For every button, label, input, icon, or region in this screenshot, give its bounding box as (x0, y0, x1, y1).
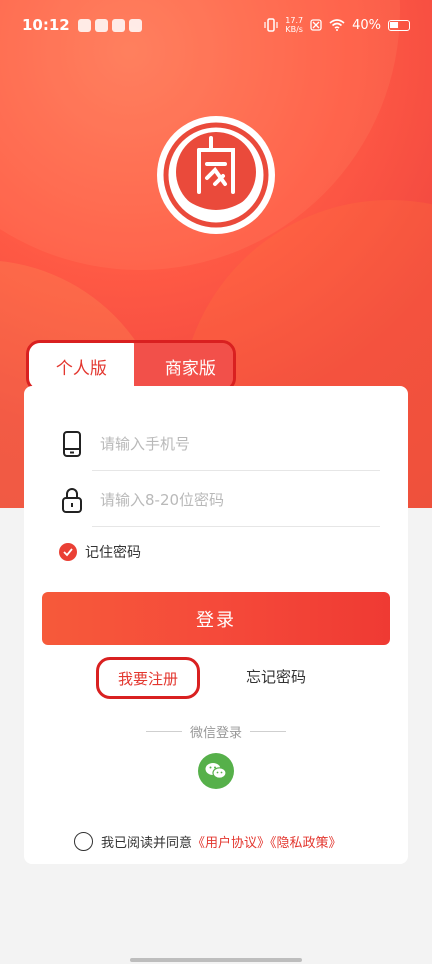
login-card: 记住密码 登录 我要注册 忘记密码 微信登录 我已阅读并同意《用户协议》《隐私政… (24, 386, 408, 864)
app-notification-icon (94, 18, 108, 32)
password-input[interactable] (92, 479, 380, 520)
status-bar: 10:12 17.7 KB/s 40% (0, 0, 432, 50)
divider (92, 526, 380, 527)
wifi-icon (329, 19, 345, 31)
remember-password[interactable]: 记住密码 (59, 542, 141, 562)
checkmark-icon (63, 548, 73, 557)
tab-business-label: 商家版 (164, 358, 216, 379)
wechat-login-label: 微信登录 (146, 722, 287, 741)
user-agreement-link[interactable]: 《用户协议》 (192, 836, 270, 851)
password-field (24, 472, 408, 527)
tab-personal[interactable]: 个人版 (29, 343, 134, 389)
phone-icon (63, 430, 81, 457)
tiktok-icon (128, 18, 142, 32)
weibo-icon (77, 18, 91, 32)
net-speed-value: 17.7 (285, 16, 304, 25)
agreement-row: 我已阅读并同意《用户协议》《隐私政策》 (74, 832, 342, 851)
battery-icon (388, 19, 410, 31)
forgot-password-link[interactable]: 忘记密码 (246, 666, 306, 687)
register-button[interactable]: 我要注册 (96, 657, 200, 699)
net-speed: 17.7 KB/s (285, 16, 303, 34)
net-speed-unit: KB/s (285, 25, 303, 34)
phone-input[interactable] (92, 423, 380, 464)
agreement-checkbox[interactable] (74, 832, 93, 851)
notification-icons (77, 18, 142, 32)
status-time: 10:12 (22, 16, 70, 34)
wechat-notification-icon (111, 18, 125, 32)
lock-icon (62, 487, 82, 513)
home-indicator[interactable] (130, 958, 302, 962)
agreement-prefix: 我已阅读并同意 (101, 836, 193, 851)
version-tabs: 个人版 商家版 (26, 340, 236, 392)
battery-percent: 40% (352, 17, 381, 33)
status-right: 17.7 KB/s 40% (264, 16, 410, 34)
register-label: 我要注册 (117, 669, 178, 688)
tab-personal-label: 个人版 (55, 358, 107, 379)
agreement-text: 我已阅读并同意《用户协议》《隐私政策》 (101, 832, 342, 851)
phone-field (24, 416, 408, 471)
tab-business[interactable]: 商家版 (133, 343, 233, 389)
no-sim-icon (310, 19, 322, 31)
wechat-icon (205, 763, 227, 779)
divider (92, 470, 380, 471)
remember-label: 记住密码 (85, 545, 141, 561)
login-button[interactable]: 登录 (42, 592, 390, 645)
privacy-policy-link[interactable]: 《隐私政策》 (270, 836, 342, 851)
divider (250, 731, 287, 732)
divider (146, 731, 182, 732)
remember-checkbox[interactable] (59, 543, 77, 561)
vibrate-icon (264, 18, 278, 32)
wechat-login-button[interactable] (198, 753, 234, 789)
app-logo (157, 116, 275, 234)
wechat-login-text: 微信登录 (190, 726, 243, 741)
